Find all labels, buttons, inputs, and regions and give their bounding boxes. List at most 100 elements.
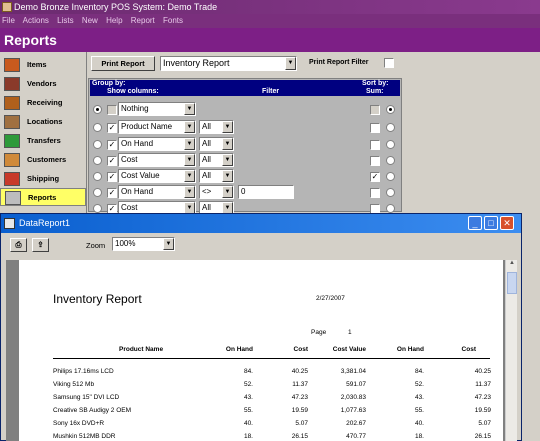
sidebar-item-label: Transfers bbox=[27, 136, 61, 145]
cell-onhand: 55. bbox=[243, 407, 253, 414]
sidebar-item-vendors[interactable]: Vendors bbox=[0, 75, 86, 93]
print-report-button[interactable]: Print Report bbox=[91, 56, 155, 71]
sidebar-item-label: Shipping bbox=[27, 174, 60, 183]
column-select[interactable]: Nothing ▼ bbox=[118, 102, 196, 116]
chevron-down-icon[interactable]: ▼ bbox=[222, 170, 233, 182]
print-icon[interactable]: ⎙ bbox=[10, 238, 27, 252]
group-by-radio[interactable] bbox=[93, 140, 102, 149]
cell-onhand2: 55. bbox=[414, 407, 424, 414]
report-page: Inventory Report 2/27/2007 Page 1 Produc… bbox=[19, 260, 503, 441]
scroll-up-arrow[interactable]: ▲ bbox=[507, 260, 517, 270]
sort-by-radio[interactable] bbox=[386, 105, 395, 114]
minimize-button[interactable]: _ bbox=[468, 216, 482, 230]
sidebar-item-transfers[interactable]: Transfers bbox=[0, 132, 86, 150]
menu-help[interactable]: Help bbox=[106, 16, 122, 25]
chevron-down-icon[interactable]: ▼ bbox=[222, 138, 233, 150]
show-column-checkbox[interactable]: ✓ bbox=[107, 172, 117, 182]
chevron-down-icon[interactable]: ▼ bbox=[163, 238, 174, 250]
cell-onhand2: 43. bbox=[414, 394, 424, 401]
sidebar-item-customers[interactable]: Customers bbox=[0, 151, 86, 169]
menu-lists[interactable]: Lists bbox=[57, 16, 73, 25]
report-select[interactable]: Inventory Report ▼ bbox=[160, 56, 297, 71]
group-by-radio[interactable] bbox=[93, 204, 102, 213]
cell-onhand2: 52. bbox=[414, 381, 424, 388]
cell-onhand: 84. bbox=[243, 368, 253, 375]
group-by-panel: Group by: Sort by: Show columns: Filter … bbox=[88, 78, 402, 215]
sidebar-item-receiving[interactable]: Receiving bbox=[0, 94, 86, 112]
sidebar-item-label: Reports bbox=[28, 193, 57, 202]
column-select[interactable]: On Hand ▼ bbox=[118, 185, 196, 199]
data-report-window: DataReport1 _ □ ✕ ⎙ ⇪ Zoom 100% ▼ Invent… bbox=[0, 213, 522, 441]
show-column-checkbox[interactable] bbox=[107, 105, 117, 115]
page-title: Reports bbox=[0, 28, 540, 52]
filter-operator-select[interactable]: All ▼ bbox=[199, 120, 234, 134]
show-column-checkbox[interactable]: ✓ bbox=[107, 140, 117, 150]
sort-by-radio[interactable] bbox=[386, 188, 395, 197]
filter-operator-select[interactable]: All ▼ bbox=[199, 153, 234, 167]
chevron-down-icon[interactable]: ▼ bbox=[184, 154, 195, 166]
vertical-scrollbar[interactable]: ▲ bbox=[505, 260, 517, 441]
sum-checkbox[interactable] bbox=[370, 140, 380, 150]
sum-checkbox[interactable] bbox=[370, 105, 380, 115]
column-select[interactable]: Product Name ▼ bbox=[118, 120, 196, 134]
group-by-radio[interactable] bbox=[93, 105, 102, 114]
column-select[interactable]: Cost Value ▼ bbox=[118, 169, 196, 183]
sidebar-item-locations[interactable]: Locations bbox=[0, 113, 86, 131]
sum-checkbox[interactable] bbox=[370, 156, 380, 166]
menu-file[interactable]: File bbox=[2, 16, 15, 25]
filter-operator-select[interactable]: All ▼ bbox=[199, 137, 234, 151]
filter-operator-select[interactable]: All ▼ bbox=[199, 169, 234, 183]
chevron-down-icon[interactable]: ▼ bbox=[222, 121, 233, 133]
print-filter-checkbox[interactable] bbox=[384, 58, 394, 68]
column-select[interactable]: Cost ▼ bbox=[118, 153, 196, 167]
group-by-label: Group by: bbox=[92, 80, 126, 87]
show-column-checkbox[interactable]: ✓ bbox=[107, 156, 117, 166]
chevron-down-icon[interactable]: ▼ bbox=[184, 138, 195, 150]
close-button[interactable]: ✕ bbox=[500, 216, 514, 230]
sort-by-radio[interactable] bbox=[386, 156, 395, 165]
scroll-thumb[interactable] bbox=[507, 272, 517, 294]
show-column-checkbox[interactable]: ✓ bbox=[107, 188, 117, 198]
sidebar-item-shipping[interactable]: Shipping bbox=[0, 170, 86, 188]
cell-product: Creative SB Audigy 2 OEM bbox=[53, 407, 132, 414]
chevron-down-icon[interactable]: ▼ bbox=[222, 154, 233, 166]
maximize-button[interactable]: □ bbox=[484, 216, 498, 230]
chevron-down-icon[interactable]: ▼ bbox=[184, 103, 195, 115]
filter-operator-select[interactable]: <> ▼ bbox=[199, 185, 234, 199]
sort-by-radio[interactable] bbox=[386, 123, 395, 132]
sidebar-item-label: Vendors bbox=[27, 79, 57, 88]
chevron-down-icon[interactable]: ▼ bbox=[184, 170, 195, 182]
show-column-checkbox[interactable]: ✓ bbox=[107, 123, 117, 133]
sum-checkbox[interactable] bbox=[370, 188, 380, 198]
menu-fonts[interactable]: Fonts bbox=[163, 16, 183, 25]
menu-actions[interactable]: Actions bbox=[23, 16, 49, 25]
filter-value-input[interactable]: 0 bbox=[238, 185, 294, 199]
group-by-radio[interactable] bbox=[93, 123, 102, 132]
column-header: Cost bbox=[461, 346, 476, 353]
sort-by-radio[interactable] bbox=[386, 204, 395, 213]
export-icon[interactable]: ⇪ bbox=[32, 238, 49, 252]
sort-by-radio[interactable] bbox=[386, 172, 395, 181]
cell-onhand2: 40. bbox=[414, 420, 424, 427]
sum-checkbox[interactable]: ✓ bbox=[370, 172, 380, 182]
zoom-label: Zoom bbox=[86, 241, 106, 250]
group-by-radio[interactable] bbox=[93, 188, 102, 197]
chevron-down-icon[interactable]: ▼ bbox=[222, 186, 233, 198]
menu-new[interactable]: New bbox=[82, 16, 98, 25]
sum-checkbox[interactable] bbox=[370, 123, 380, 133]
menu-report[interactable]: Report bbox=[131, 16, 155, 25]
column-select[interactable]: On Hand ▼ bbox=[118, 137, 196, 151]
group-by-radio[interactable] bbox=[93, 156, 102, 165]
chevron-down-icon[interactable]: ▼ bbox=[184, 121, 195, 133]
filter-operator-value: All bbox=[202, 122, 211, 131]
shipping-truck-icon bbox=[4, 172, 20, 186]
column-select-value: Product Name bbox=[121, 122, 173, 131]
chevron-down-icon[interactable]: ▼ bbox=[184, 186, 195, 198]
sidebar-item-items[interactable]: Items bbox=[0, 56, 86, 74]
chevron-down-icon[interactable]: ▼ bbox=[285, 57, 296, 70]
zoom-select[interactable]: 100% ▼ bbox=[112, 237, 175, 251]
report-window-icon bbox=[4, 218, 15, 229]
sidebar-item-reports[interactable]: Reports bbox=[0, 188, 86, 206]
sort-by-radio[interactable] bbox=[386, 140, 395, 149]
group-by-radio[interactable] bbox=[93, 172, 102, 181]
